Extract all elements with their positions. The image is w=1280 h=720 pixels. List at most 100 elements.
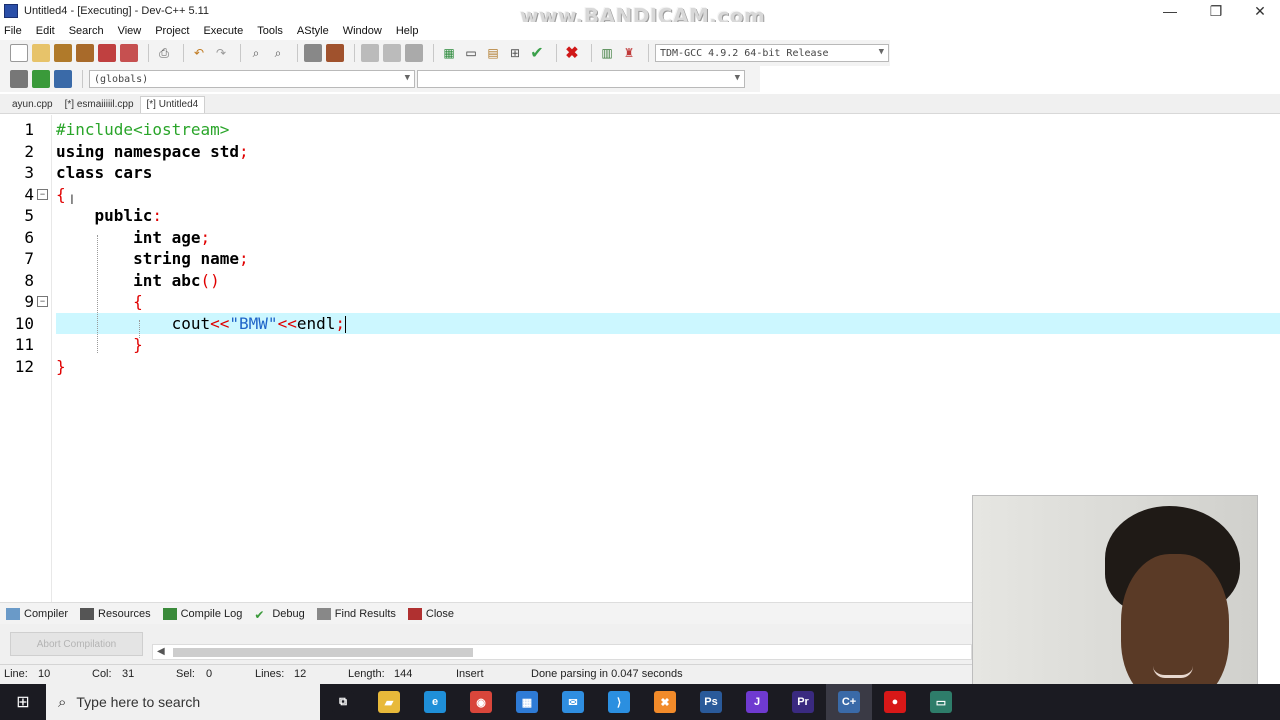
code-line[interactable]: class cars (0, 162, 1280, 183)
horizontal-scrollbar[interactable]: ◀ (152, 644, 972, 660)
scrollbar-thumb[interactable] (173, 648, 473, 657)
close-window-button[interactable]: ✕ (1238, 0, 1280, 22)
insert-icon[interactable] (32, 70, 50, 88)
toolbar-divider (556, 44, 557, 62)
mouse-ibeam-cursor: I (70, 191, 74, 207)
tab-resources[interactable]: Resources (80, 607, 151, 620)
tab-compile-log[interactable]: Compile Log (162, 607, 242, 620)
bottom-panel-tabs: Compiler Resources Compile Log ✔ Debug Fi… (0, 602, 972, 624)
syntax-check-icon[interactable]: ✔ (528, 44, 546, 62)
indent-icon[interactable] (304, 44, 322, 62)
goto-icon[interactable] (405, 44, 423, 62)
taskbar-console-button[interactable]: ▭ (918, 684, 964, 720)
menu-execute[interactable]: Execute (203, 25, 243, 37)
tab-debug[interactable]: ✔ Debug (254, 608, 304, 622)
unindent-icon[interactable] (326, 44, 344, 62)
code-line[interactable]: int abc() (0, 270, 1280, 291)
toggle-bookmark-icon[interactable] (54, 70, 72, 88)
globals-select-value: (globals) (94, 73, 149, 85)
taskbar-photoshop-button[interactable]: Ps (688, 684, 734, 720)
code-token: ; (200, 227, 211, 247)
taskbar-store-button[interactable]: ▦ (504, 684, 550, 720)
minimize-button[interactable]: — (1148, 0, 1192, 22)
close-all-icon[interactable] (120, 44, 138, 62)
toolbar-divider (297, 44, 298, 62)
menu-window[interactable]: Window (343, 25, 382, 37)
find-results-icon (316, 607, 331, 620)
taskbar-search[interactable]: ⌕ Type here to search (46, 684, 320, 720)
rebuild-icon[interactable]: ⊞ (506, 44, 524, 62)
code-line[interactable]: { (0, 184, 1280, 205)
menu-help[interactable]: Help (396, 25, 419, 37)
tab-find-results-label: Find Results (334, 607, 396, 620)
tab-compiler[interactable]: Compiler (6, 607, 68, 620)
status-message: Done parsing in 0.047 seconds (531, 668, 683, 680)
compile-log-panel: Abort Compilation ◀ (0, 624, 972, 664)
function-select[interactable]: ▼ (417, 70, 745, 88)
find-icon[interactable]: ⌕ (247, 44, 265, 62)
menu-view[interactable]: View (118, 25, 142, 37)
file-tab-esmaiiiiil[interactable]: [*] esmaiiiiil.cpp (59, 97, 140, 113)
code-line[interactable]: public: (0, 205, 1280, 226)
windows-start-icon[interactable]: ⊞ (0, 684, 46, 720)
devcpp-icon: C+ (838, 691, 860, 713)
code-line[interactable]: int age; (0, 227, 1280, 248)
menu-astyle[interactable]: AStyle (297, 25, 329, 37)
open-file-icon[interactable] (32, 44, 50, 62)
class-toolbar: (globals) ▼ ▼ (0, 66, 760, 92)
back-icon[interactable] (361, 44, 379, 62)
stop-execution-icon[interactable]: ✖ (563, 44, 581, 62)
code-line-text: using namespace std; (56, 141, 249, 162)
task-view-icon: ⧉ (332, 691, 354, 713)
menu-file[interactable]: File (4, 25, 22, 37)
save-all-icon[interactable] (76, 44, 94, 62)
taskbar-devcpp-button[interactable]: C+ (826, 684, 872, 720)
save-icon[interactable] (54, 44, 72, 62)
maximize-button[interactable]: ❐ (1194, 0, 1238, 22)
class-browser-icon[interactable] (10, 70, 28, 88)
compiler-select[interactable]: TDM-GCC 4.9.2 64-bit Release ▼ (655, 44, 889, 62)
taskbar-edge-button[interactable]: e (412, 684, 458, 720)
taskbar-premiere-button[interactable]: Pr (780, 684, 826, 720)
taskbar-xampp-button[interactable]: ✖ (642, 684, 688, 720)
print-icon[interactable]: ⎙ (155, 44, 173, 62)
undo-icon[interactable]: ↶ (190, 44, 208, 62)
profile-icon[interactable]: ♜ (620, 44, 638, 62)
globals-select[interactable]: (globals) ▼ (89, 70, 415, 88)
abort-compilation-button[interactable]: Abort Compilation (10, 632, 143, 656)
taskbar-jetbrains-button[interactable]: J (734, 684, 780, 720)
redo-icon[interactable]: ↷ (212, 44, 230, 62)
menu-edit[interactable]: Edit (36, 25, 55, 37)
console-icon: ▭ (930, 691, 952, 713)
close-file-icon[interactable] (98, 44, 116, 62)
code-line[interactable]: string name; (0, 248, 1280, 269)
file-tab-untitled4[interactable]: [*] Untitled4 (139, 96, 206, 113)
tab-close[interactable]: Close (407, 607, 454, 620)
new-file-icon[interactable] (10, 44, 28, 62)
tab-find-results[interactable]: Find Results (316, 607, 396, 620)
compile-run-icon[interactable]: ▤ (484, 44, 502, 62)
chart-icon[interactable]: ▥ (598, 44, 616, 62)
code-line[interactable]: using namespace std; (0, 141, 1280, 162)
code-line[interactable]: { (0, 291, 1280, 312)
menu-search[interactable]: Search (69, 25, 104, 37)
taskbar-bandicam-button[interactable]: ● (872, 684, 918, 720)
run-icon[interactable]: ▭ (462, 44, 480, 62)
code-line[interactable]: cout<<"BMW"<<endl; (0, 313, 1280, 334)
forward-icon[interactable] (383, 44, 401, 62)
taskbar-chrome-button[interactable]: ◉ (458, 684, 504, 720)
taskbar-file-explorer-button[interactable]: ▰ (366, 684, 412, 720)
taskbar-mail-button[interactable]: ✉ (550, 684, 596, 720)
replace-icon[interactable]: ⌕ (269, 44, 287, 62)
file-tab-ayun[interactable]: ayun.cpp (6, 97, 59, 113)
code-line[interactable]: } (0, 334, 1280, 355)
menu-project[interactable]: Project (155, 25, 189, 37)
scroll-left-icon[interactable]: ◀ (157, 646, 165, 657)
taskbar-task-view-button[interactable]: ⧉ (320, 684, 366, 720)
taskbar-vscode-button[interactable]: ⟩ (596, 684, 642, 720)
compile-icon[interactable]: ▦ (440, 44, 458, 62)
code-line[interactable]: #include<iostream> (0, 119, 1280, 140)
menu-tools[interactable]: Tools (257, 25, 283, 37)
code-line[interactable]: } (0, 356, 1280, 377)
code-token: ; (335, 313, 345, 333)
